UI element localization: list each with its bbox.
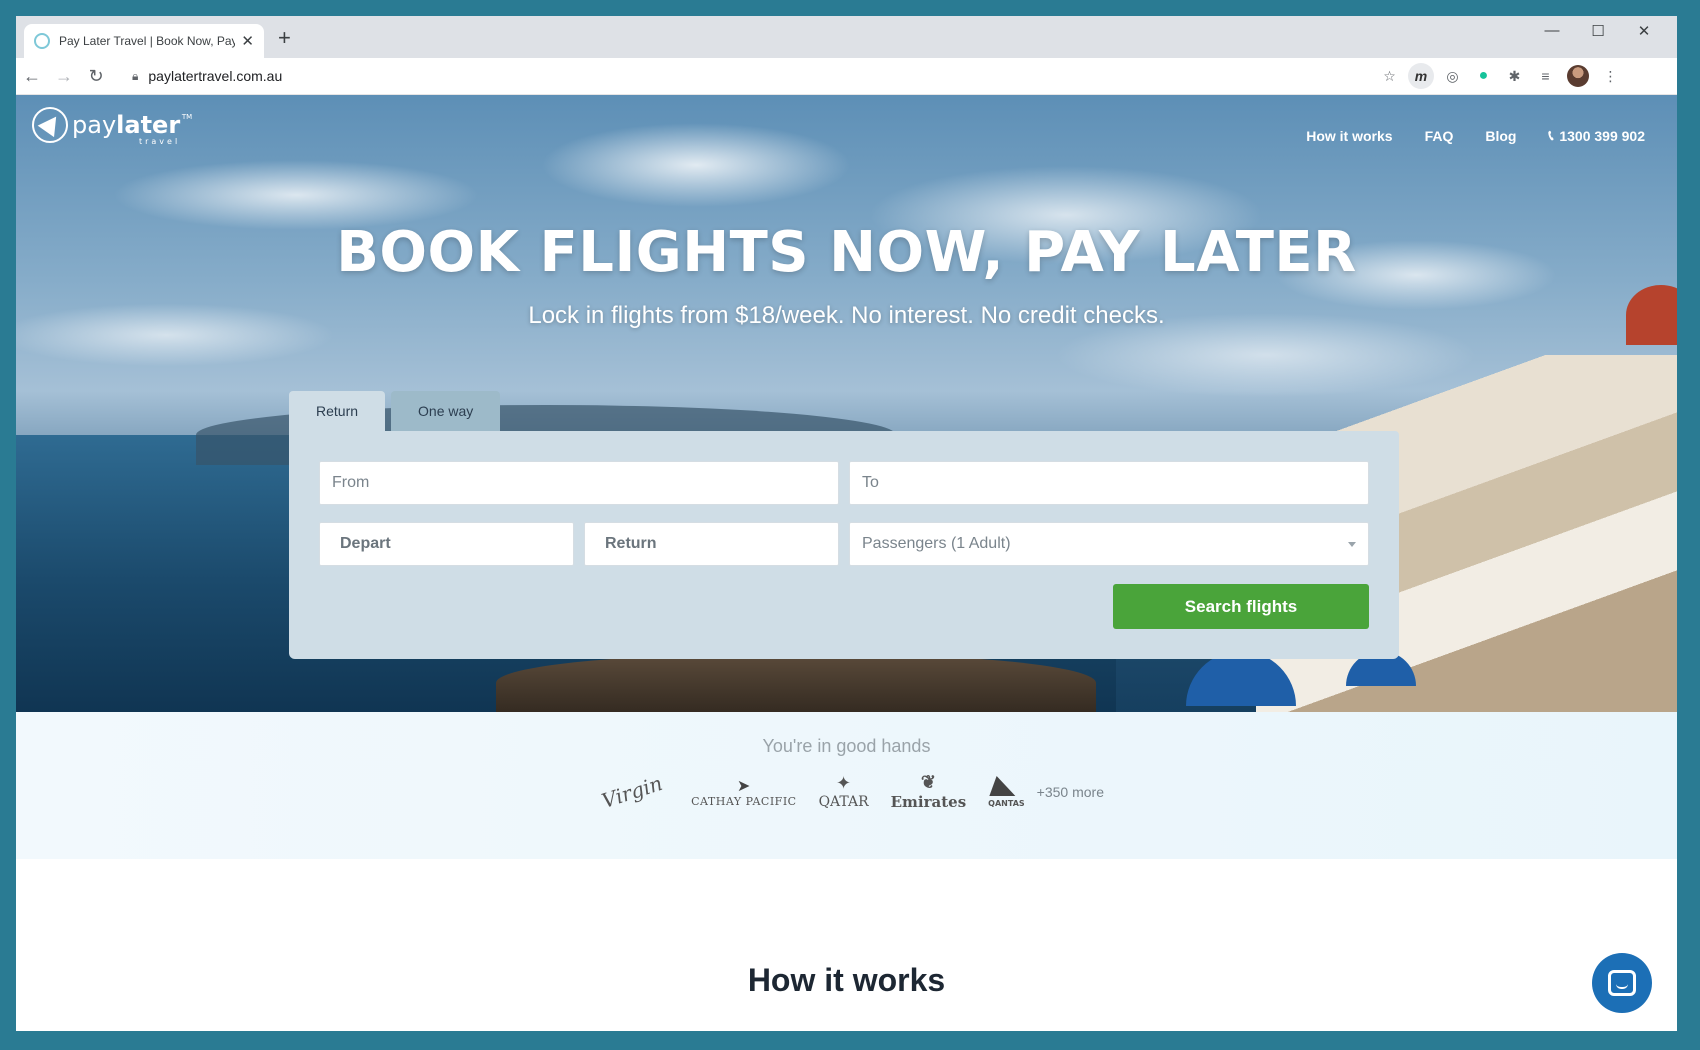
emirates-logo-text: Emirates: [890, 793, 967, 811]
nav-faq[interactable]: FAQ: [1425, 128, 1454, 144]
passengers-value: Passengers (1 Adult): [862, 535, 1011, 552]
extension-m-icon[interactable]: m: [1408, 63, 1434, 89]
top-navigation: How it works FAQ Blog 📞︎ 1300 399 902: [1274, 127, 1645, 144]
cathay-mark-icon: ➤: [736, 775, 751, 795]
back-button[interactable]: ←: [16, 66, 48, 87]
to-field[interactable]: To: [849, 461, 1369, 505]
hero-background-cliff: [496, 655, 1096, 712]
tab-title: Pay Later Travel | Book Now, Pay: [59, 34, 236, 48]
menu-kebab-icon[interactable]: ⋮: [1595, 68, 1626, 85]
nav-how-it-works[interactable]: How it works: [1306, 128, 1392, 144]
qantas-logo: QANTAS: [988, 775, 1025, 808]
nav-phone[interactable]: 📞︎ 1300 399 902: [1548, 127, 1645, 144]
tab-return[interactable]: Return: [289, 391, 386, 431]
tab-one-way[interactable]: One way: [391, 391, 501, 431]
chat-icon: [1608, 970, 1636, 996]
reload-button[interactable]: ↻: [80, 66, 112, 87]
tab-close-icon[interactable]: ✕: [241, 32, 254, 50]
return-date-field[interactable]: Return: [584, 522, 839, 566]
browser-tab[interactable]: Pay Later Travel | Book Now, Pay ✕: [24, 24, 264, 58]
logo-subtext: travel: [138, 137, 181, 146]
emirates-mark-icon: ❦: [920, 772, 936, 793]
window-controls: — ☐ ✕: [1529, 22, 1667, 40]
more-airlines-count: +350 more: [1036, 783, 1104, 800]
maximize-button[interactable]: ☐: [1575, 22, 1621, 40]
emirates-logo: ❦ Emirates: [891, 772, 967, 811]
hero-section: paylater TM travel How it works FAQ Blog…: [16, 95, 1677, 712]
chat-launcher-button[interactable]: [1592, 953, 1652, 1013]
minimize-button[interactable]: —: [1529, 22, 1575, 40]
forward-button[interactable]: →: [48, 66, 80, 87]
from-field[interactable]: From: [319, 461, 839, 505]
hero-subheadline: Lock in flights from $18/week. No intere…: [528, 302, 1165, 329]
trust-section: You're in good hands Virgin ➤ CATHAY PACI…: [16, 712, 1677, 859]
how-it-works-heading: How it works: [747, 962, 946, 998]
flight-search-form: From To Depart Return Passengers (1 Adul…: [289, 431, 1399, 659]
profile-avatar[interactable]: [1567, 65, 1589, 87]
grammarly-icon[interactable]: ●: [1468, 67, 1499, 85]
media-queue-icon[interactable]: ≡: [1530, 68, 1561, 84]
trip-type-tabs: Return One way: [289, 391, 506, 431]
logo-wordmark: paylater TM travel: [72, 111, 192, 146]
cathay-pacific-logo: ➤ CATHAY PACIFIC: [691, 776, 796, 808]
virgin-logo-text: Virgin: [598, 770, 666, 813]
paylater-logo[interactable]: paylater TM travel: [32, 107, 192, 146]
address-bar[interactable]: 🔒︎ paylatertravel.com.au: [120, 62, 1374, 90]
trust-title: You're in good hands: [762, 736, 931, 756]
extension-circle-icon[interactable]: ◎: [1437, 68, 1468, 85]
new-tab-button[interactable]: +: [278, 27, 291, 49]
caret-down-icon: [1348, 542, 1356, 547]
browser-window: Pay Later Travel | Book Now, Pay ✕ + — ☐…: [16, 16, 1677, 1031]
virgin-logo: Virgin: [599, 770, 666, 812]
passengers-select[interactable]: Passengers (1 Adult): [849, 522, 1369, 566]
depart-date-field[interactable]: Depart: [319, 522, 574, 566]
bookmark-star-icon[interactable]: ☆: [1374, 68, 1405, 85]
oryx-icon: ✦: [836, 773, 852, 794]
qatar-logo: ✦ QATAR: [819, 773, 869, 810]
qantas-logo-text: QANTAS: [988, 798, 1025, 808]
tab-strip: Pay Later Travel | Book Now, Pay ✕ + — ☐…: [16, 16, 1677, 58]
phone-number: 1300 399 902: [1559, 127, 1645, 144]
paper-plane-icon: [32, 107, 68, 143]
url-text: paylatertravel.com.au: [148, 68, 283, 84]
extensions-puzzle-icon[interactable]: ✱: [1499, 68, 1530, 85]
logo-pay: pay: [72, 111, 117, 139]
phone-icon: 📞︎: [1548, 127, 1554, 143]
airline-logos: Virgin ➤ CATHAY PACIFIC ✦ QATAR ❦ Emirates …: [599, 770, 1104, 812]
hero-headline: BOOK FLIGHTS NOW, PAY LATER: [336, 220, 1357, 285]
logo-later: later: [116, 111, 181, 139]
lock-icon: 🔒︎: [132, 68, 139, 83]
search-flights-button[interactable]: Search flights: [1113, 584, 1369, 629]
favicon-icon: [34, 33, 50, 49]
kangaroo-icon: [989, 775, 1024, 796]
qatar-logo-text: QATAR: [818, 794, 869, 810]
cathay-logo-text: CATHAY PACIFIC: [691, 794, 797, 808]
browser-toolbar: ← → ↻ 🔒︎ paylatertravel.com.au ☆ m ◎ ● ✱…: [16, 58, 1677, 95]
logo-trademark: TM: [181, 113, 193, 121]
nav-blog[interactable]: Blog: [1485, 128, 1516, 144]
close-window-button[interactable]: ✕: [1621, 22, 1667, 40]
